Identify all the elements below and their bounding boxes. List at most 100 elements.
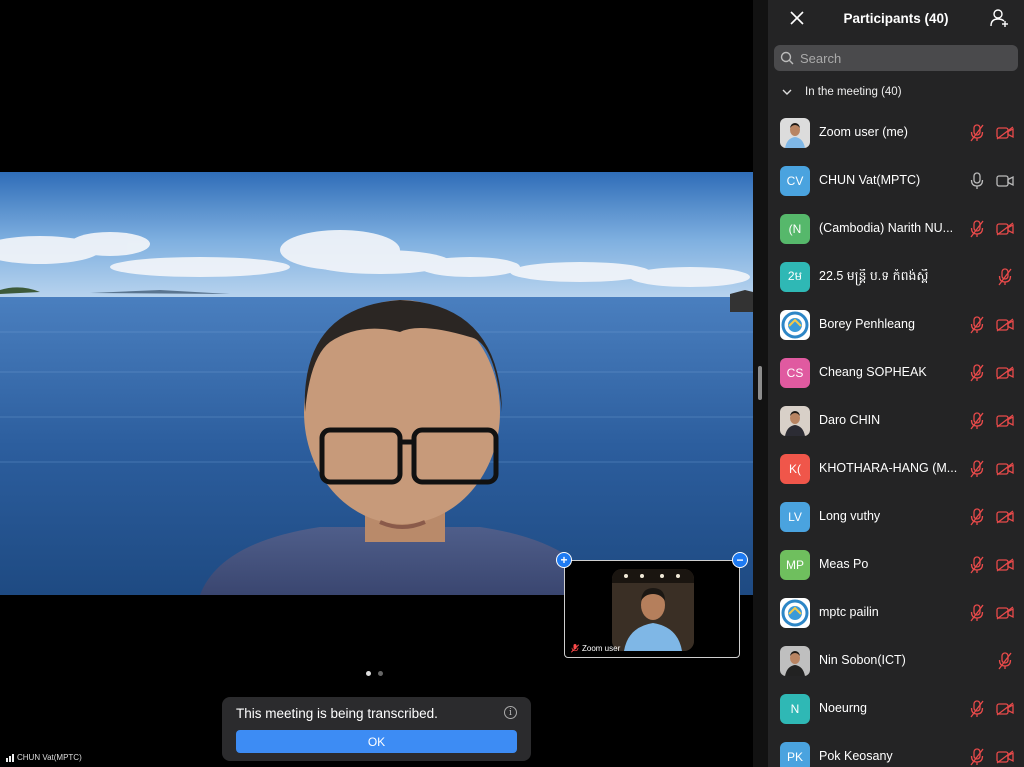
video-off-icon[interactable] bbox=[996, 606, 1014, 620]
self-view-label: Zoom user bbox=[571, 644, 620, 653]
avatar: CV bbox=[780, 166, 810, 196]
participant-name: Noeurng bbox=[819, 701, 867, 715]
video-off-icon[interactable] bbox=[996, 126, 1014, 140]
search-input[interactable] bbox=[800, 50, 1000, 66]
muted-mic-icon[interactable] bbox=[970, 124, 984, 142]
avatar-initials: N bbox=[790, 702, 800, 716]
search-icon bbox=[780, 51, 794, 65]
participant-row[interactable]: MP Meas Po bbox=[768, 541, 1024, 589]
self-view-thumbnail[interactable]: Zoom user bbox=[564, 560, 740, 658]
plus-icon[interactable]: + bbox=[556, 552, 572, 568]
signal-bars-icon bbox=[6, 753, 14, 762]
avatar: 2ម bbox=[780, 262, 810, 292]
self-view-video bbox=[612, 569, 694, 651]
page-dot[interactable] bbox=[378, 671, 383, 676]
avatar bbox=[780, 310, 810, 340]
muted-mic-icon[interactable] bbox=[970, 412, 984, 430]
ok-button[interactable]: OK bbox=[236, 730, 517, 753]
participant-row[interactable]: 2ម 22.5 មន្ត្រី ប.ទ កំពង់ស្ពឺ bbox=[768, 253, 1024, 301]
avatar: PK bbox=[780, 742, 810, 767]
avatar-initials: 2ម bbox=[787, 269, 803, 283]
participant-row[interactable]: CS Cheang SOPHEAK bbox=[768, 349, 1024, 397]
participant-row[interactable]: K( KHOTHARA-HANG (M... bbox=[768, 445, 1024, 493]
page-dot[interactable] bbox=[366, 671, 371, 676]
participant-name: CHUN Vat(MPTC) bbox=[819, 173, 921, 187]
video-camera-icon[interactable] bbox=[996, 174, 1014, 188]
video-off-icon[interactable] bbox=[996, 558, 1014, 572]
participant-row[interactable]: Zoom user (me) bbox=[768, 109, 1024, 157]
muted-mic-icon[interactable] bbox=[970, 700, 984, 718]
section-header-in-meeting[interactable]: In the meeting (40) bbox=[782, 86, 902, 98]
video-off-icon[interactable] bbox=[996, 414, 1014, 428]
resize-handle[interactable] bbox=[758, 366, 762, 400]
participant-name: KHOTHARA-HANG (M... bbox=[819, 461, 958, 475]
info-icon[interactable]: i bbox=[504, 706, 517, 719]
avatar: MP bbox=[780, 550, 810, 580]
transcription-notice: This meeting is being transcribed. i OK bbox=[222, 697, 531, 761]
video-off-icon[interactable] bbox=[996, 318, 1014, 332]
participant-name: Meas Po bbox=[819, 557, 869, 571]
participant-row[interactable]: PK Pok Keosany bbox=[768, 733, 1024, 767]
muted-mic-icon[interactable] bbox=[970, 604, 984, 622]
chevron-down-icon bbox=[782, 89, 792, 95]
avatar: (N bbox=[780, 214, 810, 244]
add-user-icon[interactable] bbox=[990, 8, 1010, 28]
participant-row[interactable]: CV CHUN Vat(MPTC) bbox=[768, 157, 1024, 205]
active-speaker-video[interactable] bbox=[0, 172, 753, 595]
mic-icon[interactable] bbox=[970, 172, 984, 190]
avatar bbox=[780, 406, 810, 436]
participant-list: Zoom user (me) CV CHUN Vat(MPTC) (N (Cambodi… bbox=[768, 109, 1024, 767]
participant-row[interactable]: (N (Cambodia) Narith NU... bbox=[768, 205, 1024, 253]
participant-row[interactable]: Daro CHIN bbox=[768, 397, 1024, 445]
active-speaker-name: CHUN Vat(MPTC) bbox=[17, 753, 82, 762]
section-label: In the meeting (40) bbox=[805, 86, 902, 98]
minus-icon[interactable]: − bbox=[732, 552, 748, 568]
participant-row[interactable]: N Noeurng bbox=[768, 685, 1024, 733]
video-off-icon[interactable] bbox=[996, 366, 1014, 380]
participant-name: Pok Keosany bbox=[819, 749, 893, 763]
panel-title: Participants (40) bbox=[843, 11, 949, 26]
avatar-initials: K( bbox=[789, 462, 801, 476]
muted-mic-icon[interactable] bbox=[970, 316, 984, 334]
participant-name: Long vuthy bbox=[819, 509, 881, 523]
avatar: K( bbox=[780, 454, 810, 484]
avatar-initials: (N bbox=[788, 222, 802, 236]
avatar-initials: CS bbox=[786, 366, 804, 380]
muted-mic-icon[interactable] bbox=[970, 556, 984, 574]
participant-name: Borey Penhleang bbox=[819, 317, 915, 331]
video-off-icon[interactable] bbox=[996, 222, 1014, 236]
participant-name: Nin Sobon(ICT) bbox=[819, 653, 906, 667]
muted-mic-icon[interactable] bbox=[970, 220, 984, 238]
avatar: CS bbox=[780, 358, 810, 388]
page-indicator[interactable] bbox=[366, 671, 383, 676]
muted-mic-icon[interactable] bbox=[970, 364, 984, 382]
muted-mic-icon[interactable] bbox=[970, 508, 984, 526]
video-off-icon[interactable] bbox=[996, 750, 1014, 764]
active-speaker-label: CHUN Vat(MPTC) bbox=[6, 753, 82, 762]
video-off-icon[interactable] bbox=[996, 510, 1014, 524]
avatar-initials: CV bbox=[786, 174, 804, 188]
participant-name: (Cambodia) Narith NU... bbox=[819, 221, 954, 235]
participant-name: 22.5 មន្ត្រី ប.ទ កំពង់ស្ពឺ bbox=[819, 269, 929, 283]
muted-mic-icon[interactable] bbox=[970, 748, 984, 766]
self-view-name: Zoom user bbox=[582, 644, 621, 653]
avatar bbox=[780, 646, 810, 676]
avatar-initials: PK bbox=[786, 750, 803, 764]
participant-row[interactable]: LV Long vuthy bbox=[768, 493, 1024, 541]
search-box[interactable] bbox=[774, 45, 1018, 71]
transcription-message: This meeting is being transcribed. bbox=[236, 706, 438, 721]
muted-mic-icon[interactable] bbox=[998, 652, 1012, 670]
panel-header: Participants (40) bbox=[768, 0, 1024, 38]
video-off-icon[interactable] bbox=[996, 702, 1014, 716]
muted-mic-icon[interactable] bbox=[998, 268, 1012, 286]
participant-row[interactable]: Borey Penhleang bbox=[768, 301, 1024, 349]
participant-row[interactable]: mptc pailin bbox=[768, 589, 1024, 637]
video-off-icon[interactable] bbox=[996, 462, 1014, 476]
participants-panel: Participants (40) In the meeting (40) Zo… bbox=[768, 0, 1024, 767]
participant-row[interactable]: Nin Sobon(ICT) bbox=[768, 637, 1024, 685]
avatar bbox=[780, 118, 810, 148]
participant-name: mptc pailin bbox=[819, 605, 879, 619]
avatar: N bbox=[780, 694, 810, 724]
participant-name: Cheang SOPHEAK bbox=[819, 365, 927, 379]
muted-mic-icon[interactable] bbox=[970, 460, 984, 478]
